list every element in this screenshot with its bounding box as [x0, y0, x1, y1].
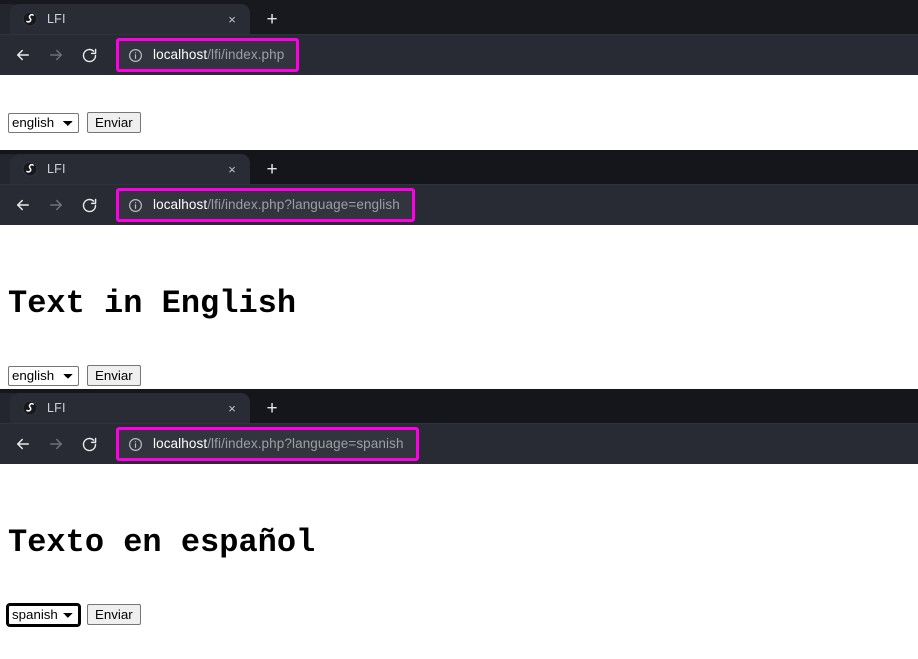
address-bar-highlight: localhost/lfi/index.php [116, 38, 300, 72]
back-icon[interactable] [8, 190, 38, 220]
new-tab-icon[interactable]: + [258, 155, 286, 183]
url-path: /lfi/index.php [207, 47, 285, 63]
submit-button[interactable]: Enviar [87, 112, 141, 133]
url-host: localhost [153, 197, 208, 213]
browser-chrome: LFI × + localhost/lfi/index.php?language… [0, 389, 918, 464]
browser-toolbar: localhost/lfi/index.php?language=spanish [0, 423, 918, 464]
address-bar-highlight: localhost/lfi/index.php?language=spanish [116, 427, 419, 461]
active-tab[interactable]: LFI × [10, 154, 250, 184]
url-text: localhost/lfi/index.php?language=spanish [153, 437, 404, 451]
browser-chrome: LFI × + localhost/lfi/index.php?language… [0, 150, 918, 225]
tab-strip: LFI × + [0, 0, 918, 34]
info-circle-icon[interactable] [127, 436, 144, 453]
globe-favicon [22, 161, 38, 177]
globe-favicon [22, 11, 38, 27]
browser-chrome: LFI × + localhost/lfi/index.php [0, 0, 918, 75]
forward-icon [41, 190, 71, 220]
tab-title: LFI [47, 162, 66, 176]
page-content-3: Texto en español englishspanish Enviar [0, 464, 918, 643]
new-tab-icon[interactable]: + [258, 5, 286, 33]
forward-icon [41, 40, 71, 70]
browser-window-1: LFI × + localhost/lfi/index.php english … [0, 0, 918, 150]
page-heading: Texto en español [8, 524, 316, 561]
url-text: localhost/lfi/index.php [153, 48, 284, 62]
forward-icon [41, 429, 71, 459]
language-select[interactable]: englishspanish [8, 112, 79, 133]
tab-strip: LFI × + [0, 389, 918, 423]
back-icon[interactable] [8, 429, 38, 459]
close-icon[interactable]: × [222, 159, 242, 179]
url-host: localhost [153, 47, 208, 63]
close-icon[interactable]: × [222, 398, 242, 418]
url-path: /lfi/index.php?language=spanish [207, 436, 404, 452]
reload-icon[interactable] [74, 429, 104, 459]
new-tab-icon[interactable]: + [258, 394, 286, 422]
close-icon[interactable]: × [222, 9, 242, 29]
browser-toolbar: localhost/lfi/index.php?language=english [0, 184, 918, 225]
tab-strip: LFI × + [0, 150, 918, 184]
back-icon[interactable] [8, 40, 38, 70]
address-bar[interactable]: localhost/lfi/index.php?language=english [119, 191, 412, 219]
browser-window-2: LFI × + localhost/lfi/index.php?language… [0, 150, 918, 389]
url-text: localhost/lfi/index.php?language=english [153, 198, 400, 212]
url-path: /lfi/index.php?language=english [207, 197, 400, 213]
tab-title: LFI [47, 12, 66, 26]
info-circle-icon[interactable] [127, 197, 144, 214]
language-form: englishspanish Enviar [8, 75, 910, 133]
page-content-2: Text in English englishspanish Enviar [0, 225, 918, 389]
globe-favicon [22, 400, 38, 416]
page-content-1: englishspanish Enviar [0, 75, 918, 150]
submit-button[interactable]: Enviar [87, 604, 141, 625]
address-bar[interactable]: localhost/lfi/index.php [119, 41, 297, 69]
address-bar-highlight: localhost/lfi/index.php?language=english [116, 188, 415, 222]
browser-toolbar: localhost/lfi/index.php [0, 34, 918, 75]
active-tab[interactable]: LFI × [10, 4, 250, 34]
address-bar[interactable]: localhost/lfi/index.php?language=spanish [119, 430, 416, 458]
reload-icon[interactable] [74, 40, 104, 70]
submit-button[interactable]: Enviar [87, 365, 141, 386]
language-form: englishspanish Enviar [6, 559, 910, 627]
page-heading: Text in English [8, 285, 297, 322]
browser-window-3: LFI × + localhost/lfi/index.php?language… [0, 389, 918, 643]
tab-title: LFI [47, 401, 66, 415]
reload-icon[interactable] [74, 190, 104, 220]
active-tab[interactable]: LFI × [10, 393, 250, 423]
language-select[interactable]: englishspanish [8, 365, 79, 386]
language-form: englishspanish Enviar [8, 320, 910, 386]
language-select[interactable]: englishspanish [6, 602, 81, 627]
url-host: localhost [153, 436, 208, 452]
info-circle-icon[interactable] [127, 47, 144, 64]
